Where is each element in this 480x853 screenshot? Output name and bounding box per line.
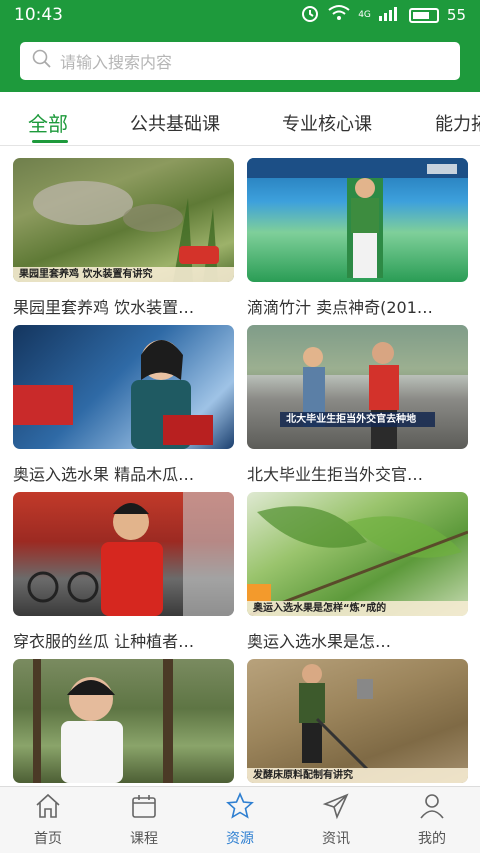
- tab-all[interactable]: 全部: [28, 108, 68, 137]
- status-icons: 4G 55: [300, 3, 466, 27]
- video-card[interactable]: 果园里套养鸡 饮水装置有讲究 果园里套养鸡 饮水装置…: [13, 158, 234, 318]
- video-title: 果园里套养鸡 饮水装置…: [13, 298, 195, 317]
- tab-public-basics[interactable]: 公共基础课: [130, 110, 220, 136]
- video-thumbnail: 果园里套养鸡 饮水装置有讲究: [13, 158, 234, 282]
- tabbar-label: 我的: [418, 831, 446, 847]
- tab-ability[interactable]: 能力拓: [435, 110, 480, 136]
- video-title: 奥运入选水果 精品木瓜…: [13, 465, 195, 484]
- video-card[interactable]: 发酵床原料配制有讲究: [247, 659, 468, 786]
- status-time: 10:43: [14, 5, 63, 25]
- status-bar: 10:43 4G 55: [0, 0, 480, 30]
- star-icon: [226, 792, 254, 824]
- alarm-icon: [300, 3, 320, 27]
- category-tabs: 全部 公共基础课 专业核心课 能力拓: [0, 92, 480, 146]
- network-label: 4G: [358, 10, 371, 20]
- video-thumbnail: [13, 325, 234, 449]
- video-banner: 奥运入选水果是怎样“炼”成的: [247, 601, 468, 616]
- video-grid: 果园里套养鸡 饮水装置有讲究 果园里套养鸡 饮水装置… 滴滴竹汁 卖点神奇(20…: [0, 146, 480, 786]
- calendar-icon: [130, 792, 158, 824]
- video-card[interactable]: 北大毕业生拒当外交官去种地 北大毕业生拒当外交官…: [247, 325, 468, 485]
- tabbar-label: 资源: [226, 831, 254, 847]
- home-icon: [34, 792, 62, 824]
- search-input[interactable]: 请输入搜索内容: [20, 42, 460, 80]
- video-thumbnail: [13, 492, 234, 616]
- video-title: 北大毕业生拒当外交官…: [247, 465, 424, 484]
- video-title: 穿衣服的丝瓜 让种植者…: [13, 632, 195, 651]
- tab-indicator: [32, 140, 68, 143]
- battery-icon: [408, 7, 439, 23]
- video-thumbnail: 发酵床原料配制有讲究: [247, 659, 468, 783]
- bottom-tab-bar: 首页 课程 资源 资讯 我的: [0, 786, 480, 853]
- tabbar-courses[interactable]: 课程: [96, 787, 192, 853]
- search-icon: [32, 49, 60, 73]
- video-title: 滴滴竹汁 卖点神奇(201…: [247, 298, 433, 317]
- video-card[interactable]: 奥运入选水果 精品木瓜…: [13, 325, 234, 485]
- video-thumbnail: 奥运入选水果是怎样“炼”成的: [247, 492, 468, 616]
- battery-level: 55: [446, 6, 466, 24]
- tabbar-profile[interactable]: 我的: [384, 787, 480, 853]
- tabbar-news[interactable]: 资讯: [288, 787, 384, 853]
- video-thumbnail: 北大毕业生拒当外交官去种地: [247, 325, 468, 449]
- video-card[interactable]: 滴滴竹汁 卖点神奇(201…: [247, 158, 468, 318]
- signal-icon: [378, 5, 401, 25]
- header: 请输入搜索内容: [0, 30, 480, 92]
- tabbar-label: 资讯: [322, 831, 350, 847]
- video-card[interactable]: 穿衣服的丝瓜 让种植者…: [13, 492, 234, 652]
- video-card[interactable]: 奥运入选水果是怎样“炼”成的 奥运入选水果是怎…: [247, 492, 468, 652]
- video-thumbnail: [13, 659, 234, 783]
- search-placeholder: 请输入搜索内容: [60, 53, 173, 72]
- tabbar-label: 首页: [34, 831, 62, 847]
- video-banner: 发酵床原料配制有讲究: [247, 768, 468, 783]
- person-icon: [418, 792, 446, 824]
- video-banner: 北大毕业生拒当外交官去种地: [280, 412, 435, 427]
- tab-professional-core[interactable]: 专业核心课: [282, 110, 372, 136]
- video-title: 奥运入选水果是怎…: [247, 632, 392, 651]
- tabbar-home[interactable]: 首页: [0, 787, 96, 853]
- video-banner: 果园里套养鸡 饮水装置有讲究: [13, 267, 234, 282]
- tabbar-resources[interactable]: 资源: [192, 787, 288, 853]
- tabbar-label: 课程: [130, 831, 158, 847]
- video-thumbnail: [247, 158, 468, 282]
- send-icon: [322, 792, 350, 824]
- video-card[interactable]: [13, 659, 234, 786]
- wifi-icon: [328, 4, 350, 26]
